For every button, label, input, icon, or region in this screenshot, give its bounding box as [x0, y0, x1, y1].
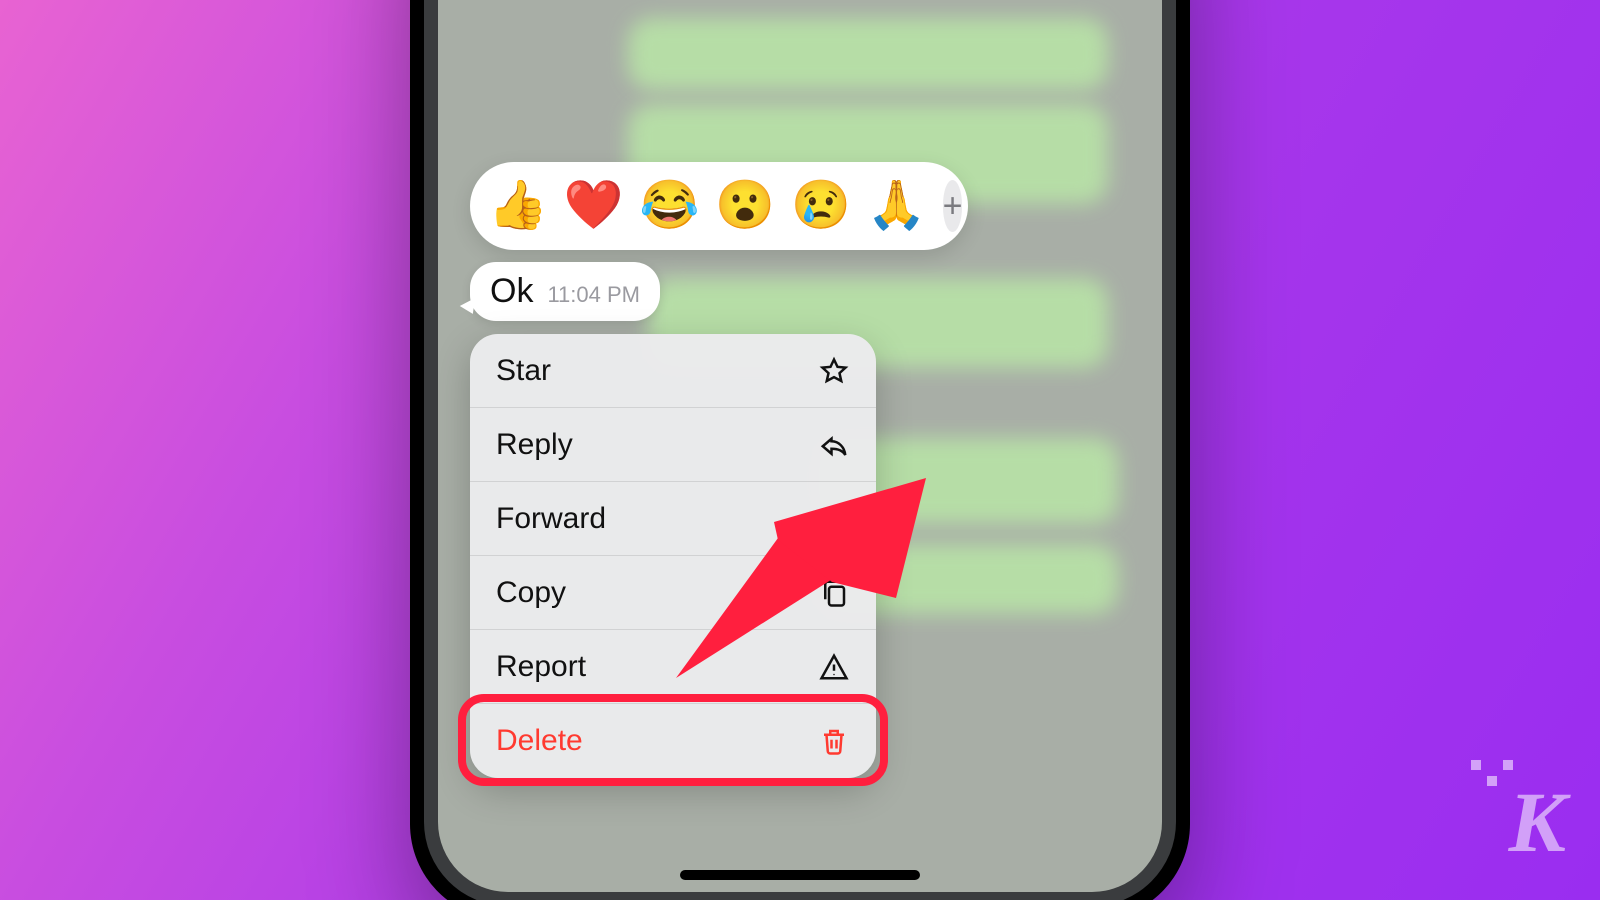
- menu-item-label: Reply: [496, 428, 573, 462]
- reaction-bar: 👍 ❤️ 😂 😮 😢 🙏 +: [470, 162, 968, 250]
- phone-bezel: 👍 ❤️ 😂 😮 😢 🙏 + Ok 11:04 PM Star Reply Forward Cop…: [424, 0, 1176, 900]
- forward-icon: [818, 503, 850, 535]
- menu-item-label: Copy: [496, 576, 566, 610]
- home-indicator: [680, 870, 920, 880]
- report-icon: [818, 651, 850, 683]
- copy-icon: [818, 577, 850, 609]
- message-bubble-wrap: Ok 11:04 PM: [470, 262, 660, 321]
- message-bubble[interactable]: Ok 11:04 PM: [470, 262, 660, 321]
- watermark-dots: [1471, 760, 1513, 786]
- stage: 👍 ❤️ 😂 😮 😢 🙏 + Ok 11:04 PM Star Reply Forward Cop…: [0, 0, 1600, 900]
- menu-item-label: Delete: [496, 724, 583, 758]
- bg-bubble: [628, 18, 1108, 90]
- menu-item-copy[interactable]: Copy: [470, 556, 876, 630]
- phone-frame: 👍 ❤️ 😂 😮 😢 🙏 + Ok 11:04 PM Star Reply Forward Cop…: [410, 0, 1190, 900]
- message-text: Ok: [490, 272, 533, 311]
- reply-icon: [818, 429, 850, 461]
- menu-item-label: Report: [496, 650, 586, 684]
- reaction-3[interactable]: 😮: [715, 182, 775, 230]
- bubble-tail: [459, 296, 475, 314]
- context-menu: Star Reply Forward Copy Report Delete: [470, 334, 876, 778]
- watermark-logo: K: [1509, 772, 1564, 872]
- menu-item-forward[interactable]: Forward: [470, 482, 876, 556]
- menu-item-report[interactable]: Report: [470, 630, 876, 704]
- phone-screen: 👍 ❤️ 😂 😮 😢 🙏 + Ok 11:04 PM Star Reply Forward Cop…: [438, 0, 1162, 892]
- watermark-text: K: [1509, 774, 1564, 870]
- menu-item-reply[interactable]: Reply: [470, 408, 876, 482]
- reaction-add-button[interactable]: +: [943, 180, 963, 232]
- star-icon: [818, 355, 850, 387]
- menu-item-label: Forward: [496, 502, 606, 536]
- menu-item-star[interactable]: Star: [470, 334, 876, 408]
- menu-item-delete[interactable]: Delete: [470, 704, 876, 778]
- message-time: 11:04 PM: [547, 282, 640, 308]
- reaction-0[interactable]: 👍: [488, 182, 548, 230]
- reaction-2[interactable]: 😂: [640, 182, 700, 230]
- menu-item-label: Star: [496, 354, 551, 388]
- reaction-1[interactable]: ❤️: [564, 182, 624, 230]
- reaction-5[interactable]: 🙏: [867, 182, 927, 230]
- reaction-4[interactable]: 😢: [791, 182, 851, 230]
- trash-icon: [818, 725, 850, 757]
